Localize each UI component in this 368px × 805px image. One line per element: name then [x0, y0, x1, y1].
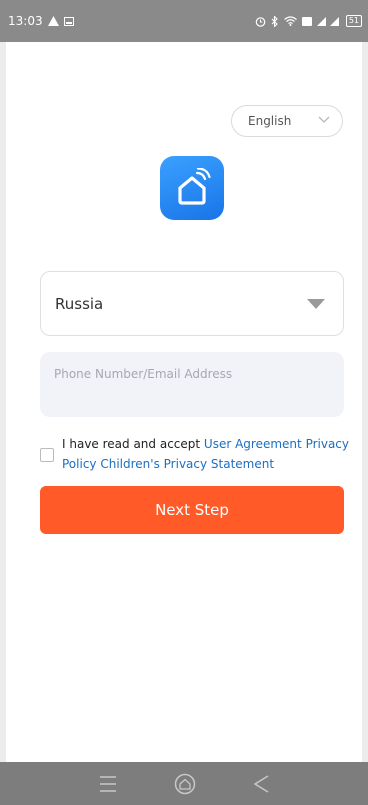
alarm-icon — [255, 16, 266, 27]
status-left: 13:03 — [8, 14, 74, 28]
language-value: English — [248, 114, 292, 128]
agreement-row: I have read and accept User Agreement Pr… — [40, 434, 350, 474]
status-right: 51 — [255, 15, 362, 27]
wifi-icon — [283, 16, 297, 26]
battery-icon: 51 — [345, 15, 362, 27]
login-screen: English Russia I have read and accept Us… — [6, 42, 362, 762]
account-input[interactable] — [40, 352, 344, 417]
bluetooth-icon — [271, 15, 278, 27]
chevron-down-icon — [318, 116, 330, 123]
signal-icon — [316, 17, 339, 26]
user-agreement-link[interactable]: User Agreement — [204, 437, 302, 451]
agreement-prefix: I have read and accept — [62, 437, 204, 451]
menu-icon[interactable] — [98, 775, 118, 793]
caret-down-icon — [307, 299, 325, 309]
navigation-bar — [0, 762, 368, 805]
status-bar: 13:03 51 — [0, 0, 368, 42]
agreement-text: I have read and accept User Agreement Pr… — [62, 434, 350, 474]
country-selector[interactable]: Russia — [40, 271, 344, 336]
status-time: 13:03 — [8, 14, 43, 28]
back-icon[interactable] — [252, 774, 270, 794]
agreement-checkbox[interactable] — [40, 448, 54, 462]
children-privacy-link[interactable]: Children's Privacy Statement — [100, 457, 274, 471]
next-step-button[interactable]: Next Step — [40, 486, 344, 534]
home-icon[interactable] — [174, 773, 196, 795]
country-value: Russia — [55, 294, 104, 313]
language-selector[interactable]: English — [231, 105, 343, 137]
smart-home-icon — [178, 168, 211, 205]
app-logo — [160, 156, 224, 220]
image-icon — [63, 16, 74, 26]
warning-icon — [47, 16, 59, 26]
hd-icon — [301, 16, 312, 26]
